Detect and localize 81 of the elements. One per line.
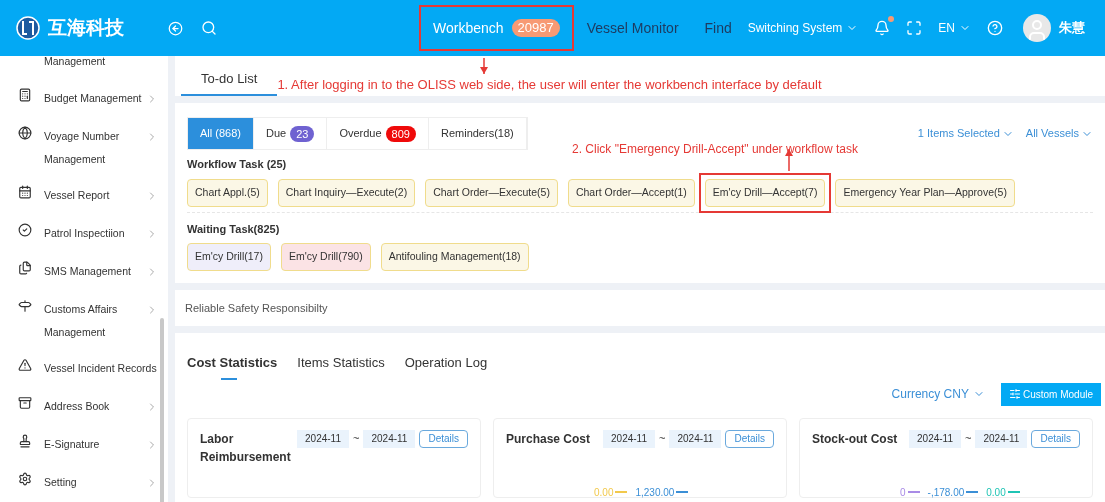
details-button[interactable]: Details xyxy=(419,429,468,448)
date-field[interactable]: 2024-11 xyxy=(363,429,416,448)
search-icon[interactable] xyxy=(201,20,217,36)
statistics-tab[interactable]: Cost Statistics xyxy=(187,353,278,381)
user-name: 朱慧 xyxy=(1059,19,1085,38)
card-title: Labor Reimbursement xyxy=(200,430,290,466)
chart-value-label: 0.00 xyxy=(986,485,1006,500)
details-button[interactable]: Details xyxy=(725,429,774,448)
chart-value-label: 1,230.00 xyxy=(635,485,675,500)
filter-tab[interactable]: Reminders(18) xyxy=(428,118,527,149)
annotation-arrow xyxy=(480,58,488,74)
sidebar-item[interactable]: Management xyxy=(0,50,168,80)
date-field[interactable]: 2024-11 xyxy=(909,429,961,448)
task-tag[interactable]: Antifouling Management(18) xyxy=(380,243,529,271)
chart-value-label: 0.00 xyxy=(594,485,614,500)
statistics-tab[interactable]: Items Statistics xyxy=(297,353,385,381)
nav-tab[interactable]: Vessel Monitor xyxy=(573,5,692,51)
task-tag[interactable]: Em'cy Drill—Accept(7) xyxy=(704,178,826,207)
task-tag[interactable]: Em'cy Drill(790) xyxy=(280,243,371,271)
range-separator: ~ xyxy=(659,430,666,446)
section-title: Workflow Task (25) xyxy=(187,157,287,172)
date-field[interactable]: 2024-11 xyxy=(297,429,349,448)
task-tag[interactable]: Chart Order—Accept(1) xyxy=(567,178,695,207)
fullscreen-icon[interactable] xyxy=(906,20,923,36)
sidebar-item[interactable]: Address Book xyxy=(0,388,168,426)
stamp-icon xyxy=(18,434,32,448)
help-icon[interactable] xyxy=(987,20,1003,36)
sidebar-item[interactable]: Setting xyxy=(0,464,168,502)
sidebar-item[interactable]: Vessel Report xyxy=(0,176,168,215)
date-field[interactable]: 2024-11 xyxy=(975,429,1028,448)
statistics-tab[interactable]: Operation Log xyxy=(404,353,488,381)
count-badge: 20987 xyxy=(511,19,560,37)
sidebar-item[interactable]: Customs Affairs Management xyxy=(0,290,168,350)
chart-value-label: 0 xyxy=(900,485,906,500)
task-tag[interactable]: Em'cy Drill(17) xyxy=(187,243,271,271)
count-badge: 809 xyxy=(385,125,416,142)
check-circle-icon xyxy=(18,222,32,237)
task-tag[interactable]: Emergency Year Plan—Approve(5) xyxy=(835,178,1015,207)
warning-icon xyxy=(18,358,32,372)
card-title: Purchase Cost xyxy=(506,430,592,448)
chart-value-label: -,178.00 xyxy=(927,485,965,500)
task-tag[interactable]: Chart Order—Execute(5) xyxy=(425,178,558,207)
sidebar-item[interactable]: SMS Management xyxy=(0,252,168,291)
signpost-icon xyxy=(18,298,32,313)
section-title: Waiting Task(825) xyxy=(187,221,280,237)
nav-tab[interactable]: Find xyxy=(691,5,745,51)
sidebar-item[interactable]: Patrol Inspectiion xyxy=(0,214,168,253)
notification-icon[interactable] xyxy=(874,20,891,36)
collapse-icon[interactable] xyxy=(168,20,183,36)
brand-name: 互海科技 xyxy=(48,15,124,40)
task-tag[interactable]: Chart Inquiry—Execute(2) xyxy=(277,178,416,207)
range-separator: ~ xyxy=(353,430,360,446)
filter-tab[interactable]: Due 23 xyxy=(253,118,328,149)
range-separator: ~ xyxy=(965,430,972,446)
archive-icon xyxy=(18,396,32,410)
calculator-icon xyxy=(18,87,32,102)
annotation-text: 2. Click "Emergency Drill-Accept" under workflow task xyxy=(572,141,858,158)
date-field[interactable]: 2024-11 xyxy=(603,429,655,448)
vessels-dropdown[interactable]: All Vessels xyxy=(1025,125,1093,142)
filter-tab[interactable]: Overdue 809 xyxy=(327,118,429,149)
sliders-icon xyxy=(1008,388,1021,400)
date-field[interactable]: 2024-11 xyxy=(669,429,722,448)
details-button[interactable]: Details xyxy=(1031,429,1080,448)
settings-icon xyxy=(18,472,32,486)
calendar-icon xyxy=(18,184,32,199)
items-selected-dropdown[interactable]: 1 Items Selected xyxy=(917,125,1014,142)
todo-tab[interactable]: To-do List xyxy=(181,68,278,96)
safety-text: Reliable Safety Responsibilty xyxy=(185,300,328,316)
card-title: Stock-out Cost xyxy=(812,430,899,448)
sidebar-item[interactable]: Vessel Incident Records xyxy=(0,350,168,388)
count-badge: 23 xyxy=(290,125,315,142)
avatar[interactable] xyxy=(1023,14,1051,42)
logo-icon xyxy=(16,16,40,40)
sidebar-item[interactable]: Voyage Number Management xyxy=(0,117,168,177)
annotation-text: 1. After logging in to the OLISS web side, the user will enter the workbench interface by default xyxy=(277,75,822,94)
task-tag[interactable]: Chart Appl.(5) xyxy=(187,178,268,207)
globe-icon xyxy=(18,125,32,140)
currency-dropdown[interactable]: Currency CNY xyxy=(891,385,985,403)
sidebar-item[interactable]: E-Signature xyxy=(0,426,168,464)
sidebar-item[interactable]: Budget Management xyxy=(0,79,168,118)
documents-icon xyxy=(18,260,32,275)
